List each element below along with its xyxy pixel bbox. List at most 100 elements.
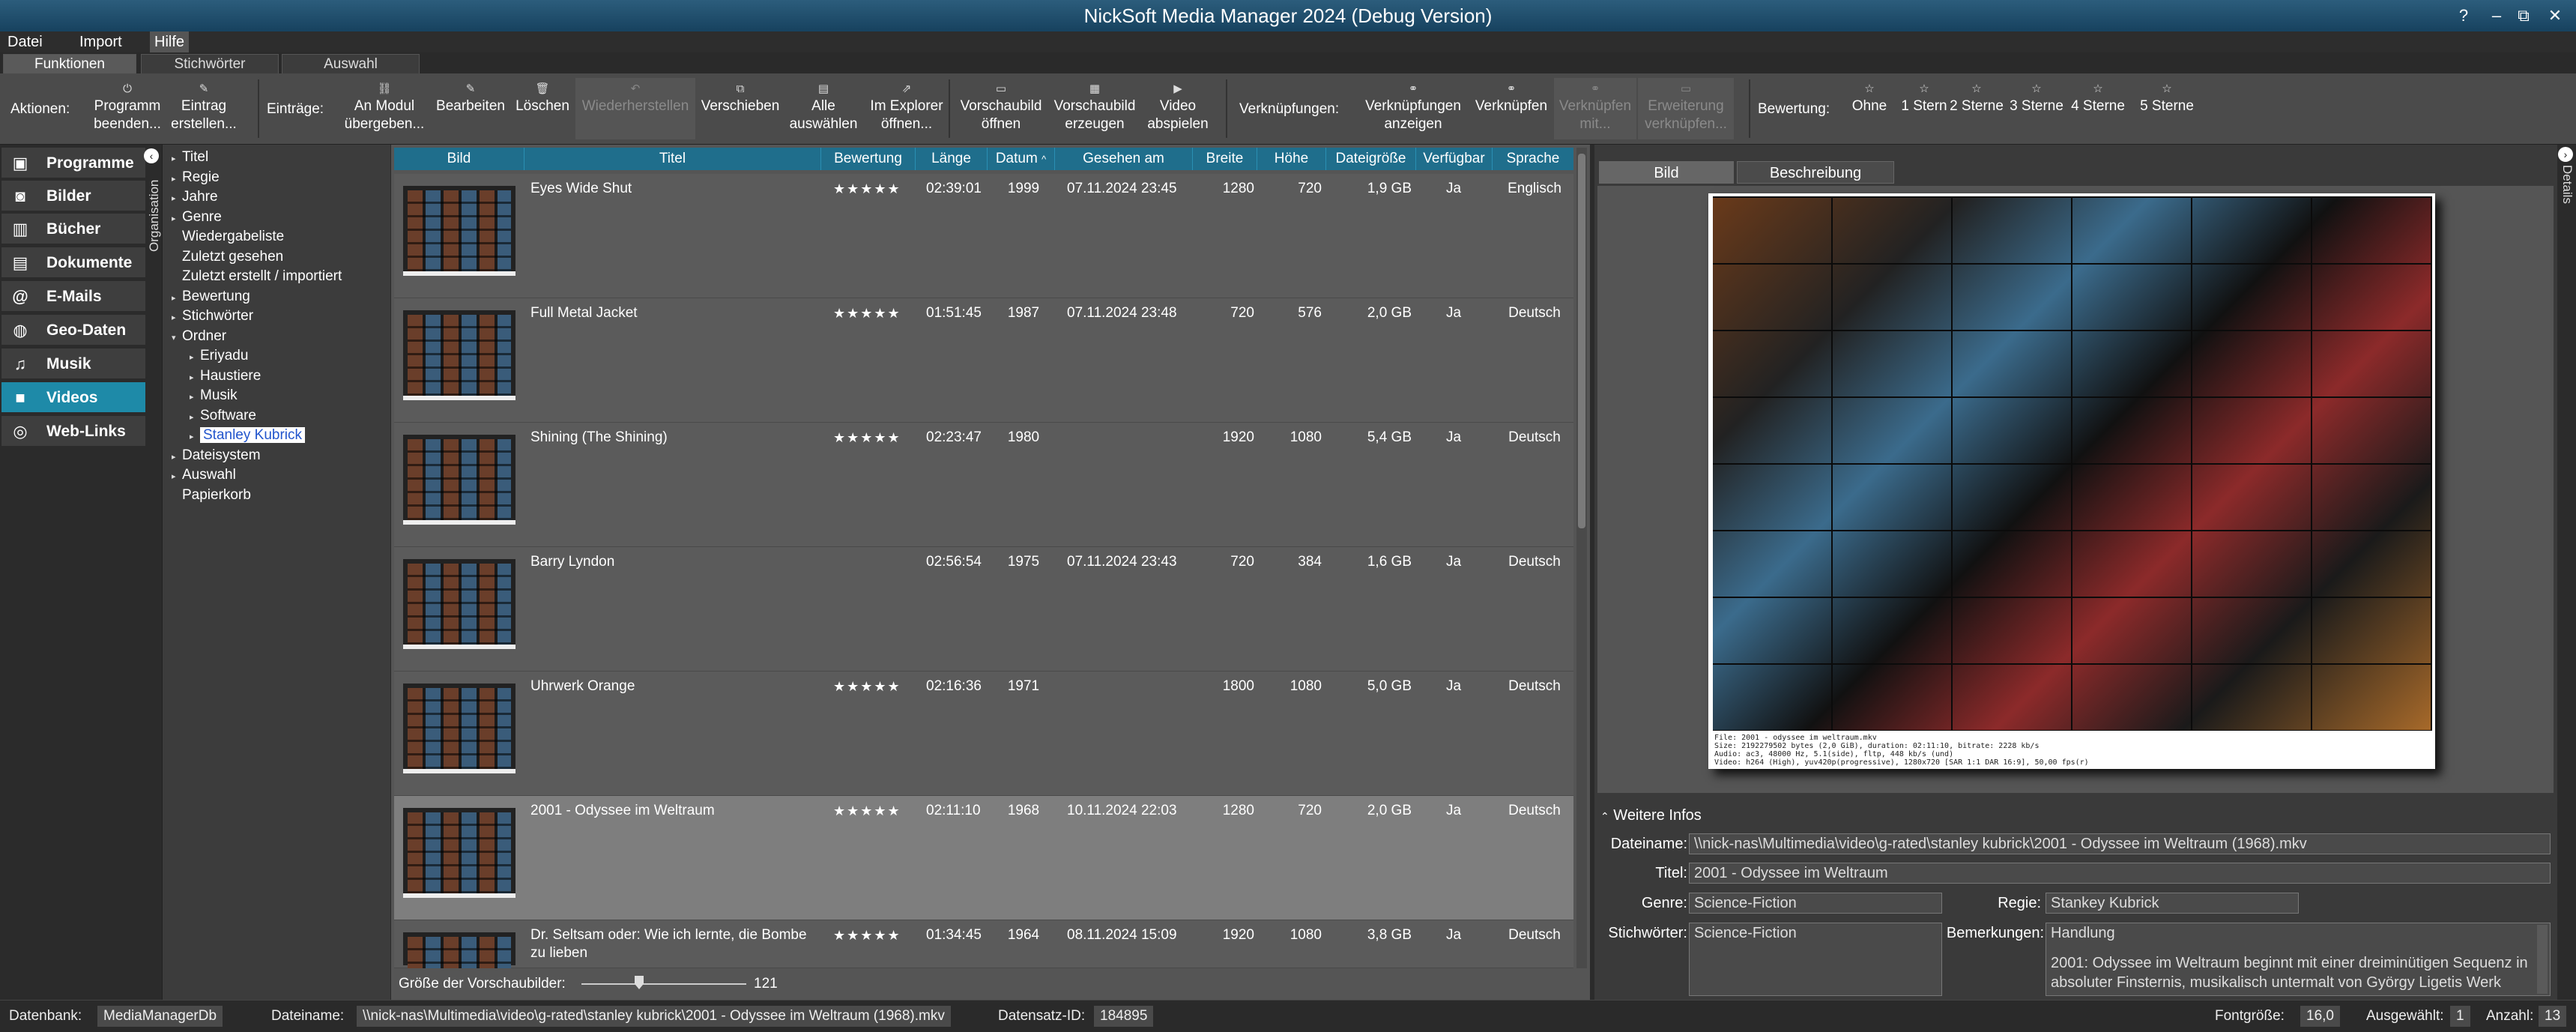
remarks-scrollbar[interactable] [2537, 925, 2548, 994]
show-links-button[interactable]: ⚭ Verknüpfungen anzeigen [1353, 78, 1473, 139]
rating-3-button[interactable]: ☆ 3 Sterne [2007, 78, 2066, 139]
nav-dokumente[interactable]: ▤ Dokumente [1, 247, 145, 279]
collapse-right-icon[interactable]: › [2558, 147, 2573, 162]
collapse-left-icon[interactable]: ‹ [144, 148, 159, 163]
nav-weblinks[interactable]: ◎ Web-Links [1, 416, 145, 447]
nav-geodaten[interactable]: ◍ Geo-Daten [1, 315, 145, 346]
table-row[interactable]: 2001 - Odyssee im Weltraum ★★★★★ 02:11:10 1… [394, 796, 1573, 920]
remarks-field[interactable]: Handlung 2001: Odyssee im Weltraum begin… [2046, 923, 2551, 996]
open-in-explorer-button[interactable]: ⇗ Im Explorer öffnen... [862, 78, 952, 139]
col-header-laenge[interactable]: Länge [916, 148, 988, 170]
rating-2-button[interactable]: ☆ 2 Sterne [1948, 78, 2005, 139]
tree-node[interactable]: ▸ Stanley Kubrick [172, 426, 389, 446]
chevron-right-icon[interactable]: ▸ [172, 169, 182, 190]
nav-bilder[interactable]: ◙ Bilder [1, 181, 145, 212]
nav-videos[interactable]: ■ Videos [1, 382, 145, 414]
tab-auswahl[interactable]: Auswahl [282, 54, 420, 73]
tree-node[interactable]: ▸ Genre [172, 208, 389, 228]
col-header-bewertung[interactable]: Bewertung [821, 148, 916, 170]
chevron-right-icon[interactable]: ▸ [190, 408, 200, 428]
tab-funktionen[interactable]: Funktionen [3, 54, 136, 73]
move-button[interactable]: ⧉ Verschieben [697, 78, 784, 139]
create-preview-button[interactable]: ▦ Vorschaubild erzeugen [1047, 78, 1142, 139]
pass-to-module-button[interactable]: ⛓ An Modul übergeben... [336, 78, 433, 139]
tree-node[interactable]: ▸ Jahre [172, 187, 389, 208]
open-preview-button[interactable]: ▭ Vorschaubild öffnen [953, 78, 1049, 139]
tree-node[interactable]: ▸ Haustiere [172, 366, 389, 387]
menu-hilfe[interactable]: Hilfe [150, 31, 190, 52]
nav-emails[interactable]: @ E-Mails [1, 281, 145, 313]
preview-tab-bild[interactable]: Bild [1599, 161, 1734, 184]
col-header-verfuegbar[interactable]: Verfügbar [1416, 148, 1493, 170]
chevron-right-icon[interactable]: ▸ [190, 427, 200, 447]
col-header-titel[interactable]: Titel [524, 148, 821, 170]
link-with-button[interactable]: ⚭ Verknüpfen mit... [1554, 78, 1636, 139]
table-row[interactable]: Full Metal Jacket ★★★★★ 01:51:45 1987 07.11.… [394, 298, 1573, 423]
help-icon[interactable]: ? [2449, 3, 2479, 28]
close-icon[interactable]: ✕ [2540, 3, 2570, 28]
title-field[interactable]: 2001 - Odyssee im Weltraum [1689, 863, 2551, 884]
chevron-right-icon[interactable]: ▸ [190, 368, 200, 388]
tree-node[interactable]: Wiedergabeliste [172, 227, 389, 247]
tree-node[interactable]: ▸ Dateisystem [172, 446, 389, 466]
chevron-right-icon[interactable]: ▸ [190, 348, 200, 368]
chevron-down-icon[interactable]: ▾ [172, 328, 182, 348]
rating-5-button[interactable]: ☆ 5 Sterne [2129, 78, 2204, 139]
chevron-right-icon[interactable]: ▸ [190, 387, 200, 408]
nav-buecher[interactable]: ▥ Bücher [1, 214, 145, 245]
rating-1-button[interactable]: ☆ 1 Stern [1896, 78, 1953, 139]
tree-node[interactable]: Zuletzt gesehen [172, 247, 389, 268]
more-info-expander[interactable]: ⌃ Weitere Infos [1600, 804, 1702, 827]
rating-4-button[interactable]: ☆ 4 Sterne [2068, 78, 2128, 139]
restore-button[interactable]: ↶ Wiederherstellen [575, 78, 695, 139]
tree-node[interactable]: ▸ Eriyadu [172, 346, 389, 366]
thumb-size-slider[interactable] [581, 983, 746, 985]
tree-node[interactable]: ▸ Stichwörter [172, 307, 389, 327]
chevron-right-icon[interactable]: ▸ [172, 289, 182, 309]
col-header-sprache[interactable]: Sprache [1493, 148, 1573, 170]
chevron-right-icon[interactable]: ▸ [172, 308, 182, 328]
tree-node[interactable]: ▸ Software [172, 406, 389, 426]
details-tab[interactable]: Details [2560, 165, 2575, 255]
restore-icon[interactable]: ⧉ [2509, 3, 2539, 28]
tab-stichwoerter[interactable]: Stichwörter [141, 54, 279, 73]
table-row[interactable]: Barry Lyndon 02:56:54 1975 07.11.2024 23:43… [394, 547, 1573, 672]
exit-program-button[interactable]: ⏻ Programm beenden... [82, 78, 172, 139]
keywords-field[interactable]: Science-Fiction [1689, 923, 1942, 996]
chevron-right-icon[interactable]: ▸ [172, 209, 182, 229]
table-row[interactable]: Dr. Seltsam oder: Wie ich lernte, die Bo… [394, 920, 1573, 1018]
delete-button[interactable]: 🗑 Löschen [511, 78, 574, 139]
col-header-gesehen[interactable]: Gesehen am [1055, 148, 1193, 170]
link-extension-button[interactable]: ▭ Erweiterung verknüpfen... [1638, 78, 1734, 139]
create-entry-button[interactable]: ✎ Eintrag erstellen... [166, 78, 241, 139]
nav-musik[interactable]: ♫ Musik [1, 348, 145, 380]
col-header-bild[interactable]: Bild [394, 148, 524, 170]
rating-none-button[interactable]: ☆ Ohne [1843, 78, 1896, 139]
preview-tab-beschreibung[interactable]: Beschreibung [1737, 161, 1894, 184]
tree-node[interactable]: ▸ Bewertung [172, 287, 389, 307]
genre-field[interactable]: Science-Fiction [1689, 893, 1942, 914]
tree-node[interactable]: ▾ Ordner [172, 327, 389, 347]
director-field[interactable]: Stankey Kubrick [2046, 893, 2299, 914]
tree-node[interactable]: ▸ Musik [172, 386, 389, 406]
organisation-tab[interactable]: Organisation [147, 162, 162, 252]
nav-programme[interactable]: ▣ Programme [1, 148, 145, 179]
select-all-button[interactable]: ▤ Alle auswählen [784, 78, 863, 139]
minimize-icon[interactable]: – [2482, 3, 2512, 28]
col-header-datum[interactable]: Datum ^ [988, 148, 1055, 170]
menu-datei[interactable]: Datei [3, 31, 47, 52]
col-header-breite[interactable]: Breite [1193, 148, 1257, 170]
col-header-hoehe[interactable]: Höhe [1257, 148, 1326, 170]
table-row[interactable]: Eyes Wide Shut ★★★★★ 02:39:01 1999 07.11.202… [394, 174, 1573, 298]
table-row[interactable]: Uhrwerk Orange ★★★★★ 02:16:36 1971 1800 1080 5… [394, 672, 1573, 796]
chevron-right-icon[interactable]: ▸ [172, 447, 182, 468]
chevron-right-icon[interactable]: ▸ [172, 467, 182, 487]
menu-import[interactable]: Import [75, 31, 127, 52]
filename-field[interactable]: \\nick-nas\Multimedia\video\g-rated\stan… [1689, 833, 2551, 854]
edit-button[interactable]: ✎ Bearbeiten [429, 78, 513, 139]
link-button[interactable]: ⚭ Verknüpfen [1470, 78, 1552, 139]
tree-node[interactable]: ▸ Auswahl [172, 465, 389, 486]
chevron-right-icon[interactable]: ▸ [172, 189, 182, 209]
col-header-dateigroesse[interactable]: Dateigröße [1326, 148, 1416, 170]
table-row[interactable]: Shining (The Shining) ★★★★★ 02:23:47 1980 19… [394, 423, 1573, 547]
